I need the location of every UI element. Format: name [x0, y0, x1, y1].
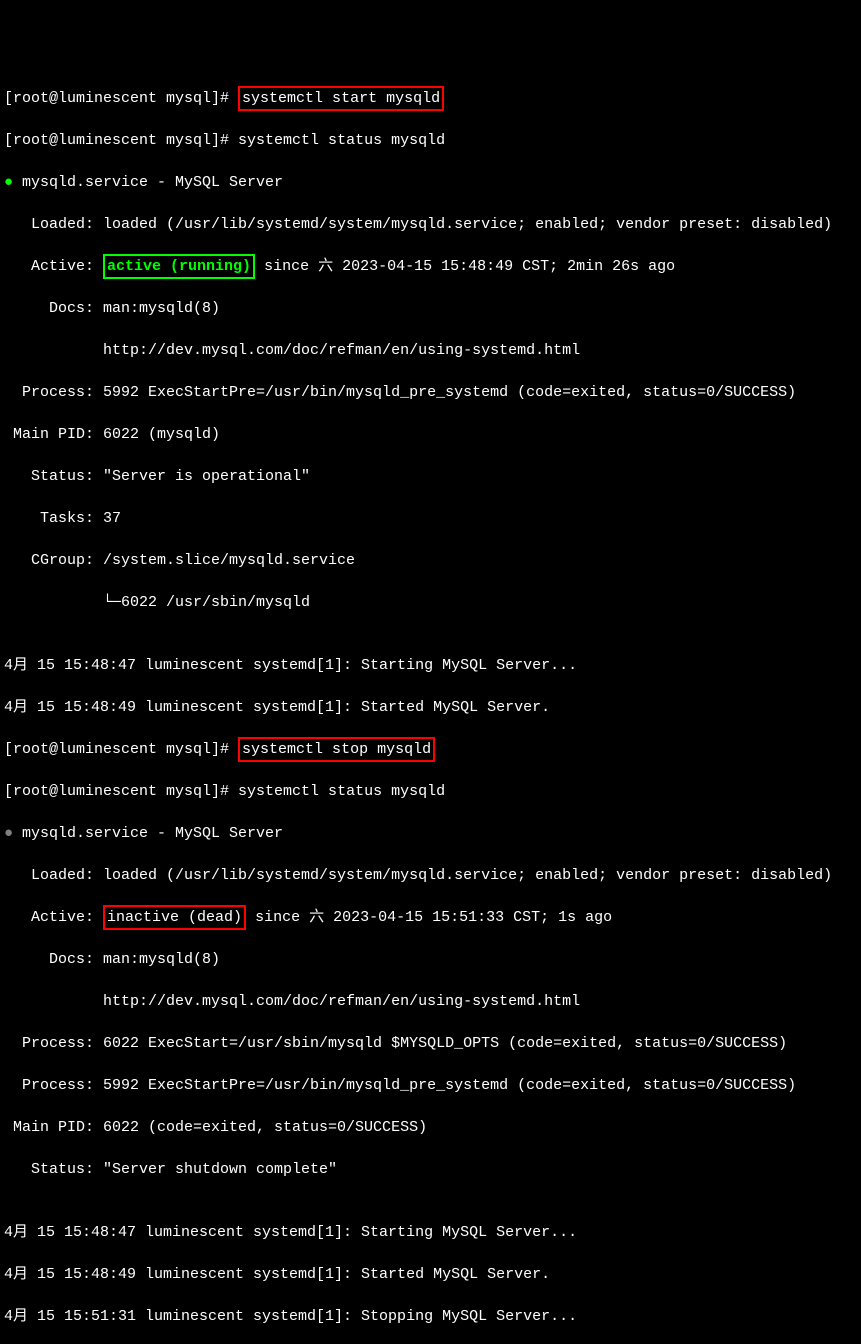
status-dot-active-icon: ● [4, 174, 13, 191]
active-since: since 六 2023-04-15 15:48:49 CST; 2min 26… [255, 258, 675, 275]
log-line: 4月 15 15:48:49 luminescent systemd[1]: S… [4, 697, 857, 718]
status-line: Status: "Server shutdown complete" [4, 1159, 857, 1180]
main-pid-line: Main PID: 6022 (code=exited, status=0/SU… [4, 1117, 857, 1138]
active-label: Active: [4, 909, 103, 926]
status-active-running: active (running) [103, 254, 255, 279]
shell-prompt: [root@luminescent mysql]# [4, 90, 238, 107]
status-line: Status: "Server is operational" [4, 466, 857, 487]
terminal-line: [root@luminescent mysql]# systemctl star… [4, 88, 857, 109]
cgroup-line: CGroup: /system.slice/mysqld.service [4, 550, 857, 571]
shell-prompt: [root@luminescent mysql]# [4, 741, 238, 758]
main-pid-line: Main PID: 6022 (mysqld) [4, 424, 857, 445]
service-header: mysqld.service - MySQL Server [13, 825, 283, 842]
terminal-line: ● mysqld.service - MySQL Server [4, 172, 857, 193]
log-line: 4月 15 15:48:47 luminescent systemd[1]: S… [4, 655, 857, 676]
shell-prompt: [root@luminescent mysql]# [4, 783, 238, 800]
log-line: 4月 15 15:48:47 luminescent systemd[1]: S… [4, 1222, 857, 1243]
terminal-line: [root@luminescent mysql]# systemctl stat… [4, 781, 857, 802]
terminal-line: [root@luminescent mysql]# systemctl stat… [4, 130, 857, 151]
process-line: Process: 5992 ExecStartPre=/usr/bin/mysq… [4, 382, 857, 403]
docs-line: Docs: man:mysqld(8) [4, 949, 857, 970]
loaded-line: Loaded: loaded (/usr/lib/systemd/system/… [4, 214, 857, 235]
log-line: 4月 15 15:48:49 luminescent systemd[1]: S… [4, 1264, 857, 1285]
command-highlight-start: systemctl start mysqld [238, 86, 444, 111]
terminal-line: ● mysqld.service - MySQL Server [4, 823, 857, 844]
process-line: Process: 6022 ExecStart=/usr/sbin/mysqld… [4, 1033, 857, 1054]
tasks-line: Tasks: 37 [4, 508, 857, 529]
shell-prompt: [root@luminescent mysql]# [4, 132, 238, 149]
loaded-line: Loaded: loaded (/usr/lib/systemd/system/… [4, 865, 857, 886]
status-inactive-dead: inactive (dead) [103, 905, 246, 930]
command-text: systemctl status mysqld [238, 783, 445, 800]
docs-line: Docs: man:mysqld(8) [4, 298, 857, 319]
active-line: Active: active (running) since 六 2023-04… [4, 256, 857, 277]
status-dot-inactive-icon: ● [4, 825, 13, 842]
command-highlight-stop: systemctl stop mysqld [238, 737, 435, 762]
docs-url-line: http://dev.mysql.com/doc/refman/en/using… [4, 340, 857, 361]
log-line: 4月 15 15:51:31 luminescent systemd[1]: S… [4, 1306, 857, 1327]
active-label: Active: [4, 258, 103, 275]
active-line: Active: inactive (dead) since 六 2023-04-… [4, 907, 857, 928]
service-header: mysqld.service - MySQL Server [13, 174, 283, 191]
docs-url-line: http://dev.mysql.com/doc/refman/en/using… [4, 991, 857, 1012]
process-line: Process: 5992 ExecStartPre=/usr/bin/mysq… [4, 1075, 857, 1096]
cgroup-tree-line: └─6022 /usr/sbin/mysqld [4, 592, 857, 613]
terminal-line: [root@luminescent mysql]# systemctl stop… [4, 739, 857, 760]
command-text: systemctl status mysqld [238, 132, 445, 149]
active-since: since 六 2023-04-15 15:51:33 CST; 1s ago [246, 909, 612, 926]
